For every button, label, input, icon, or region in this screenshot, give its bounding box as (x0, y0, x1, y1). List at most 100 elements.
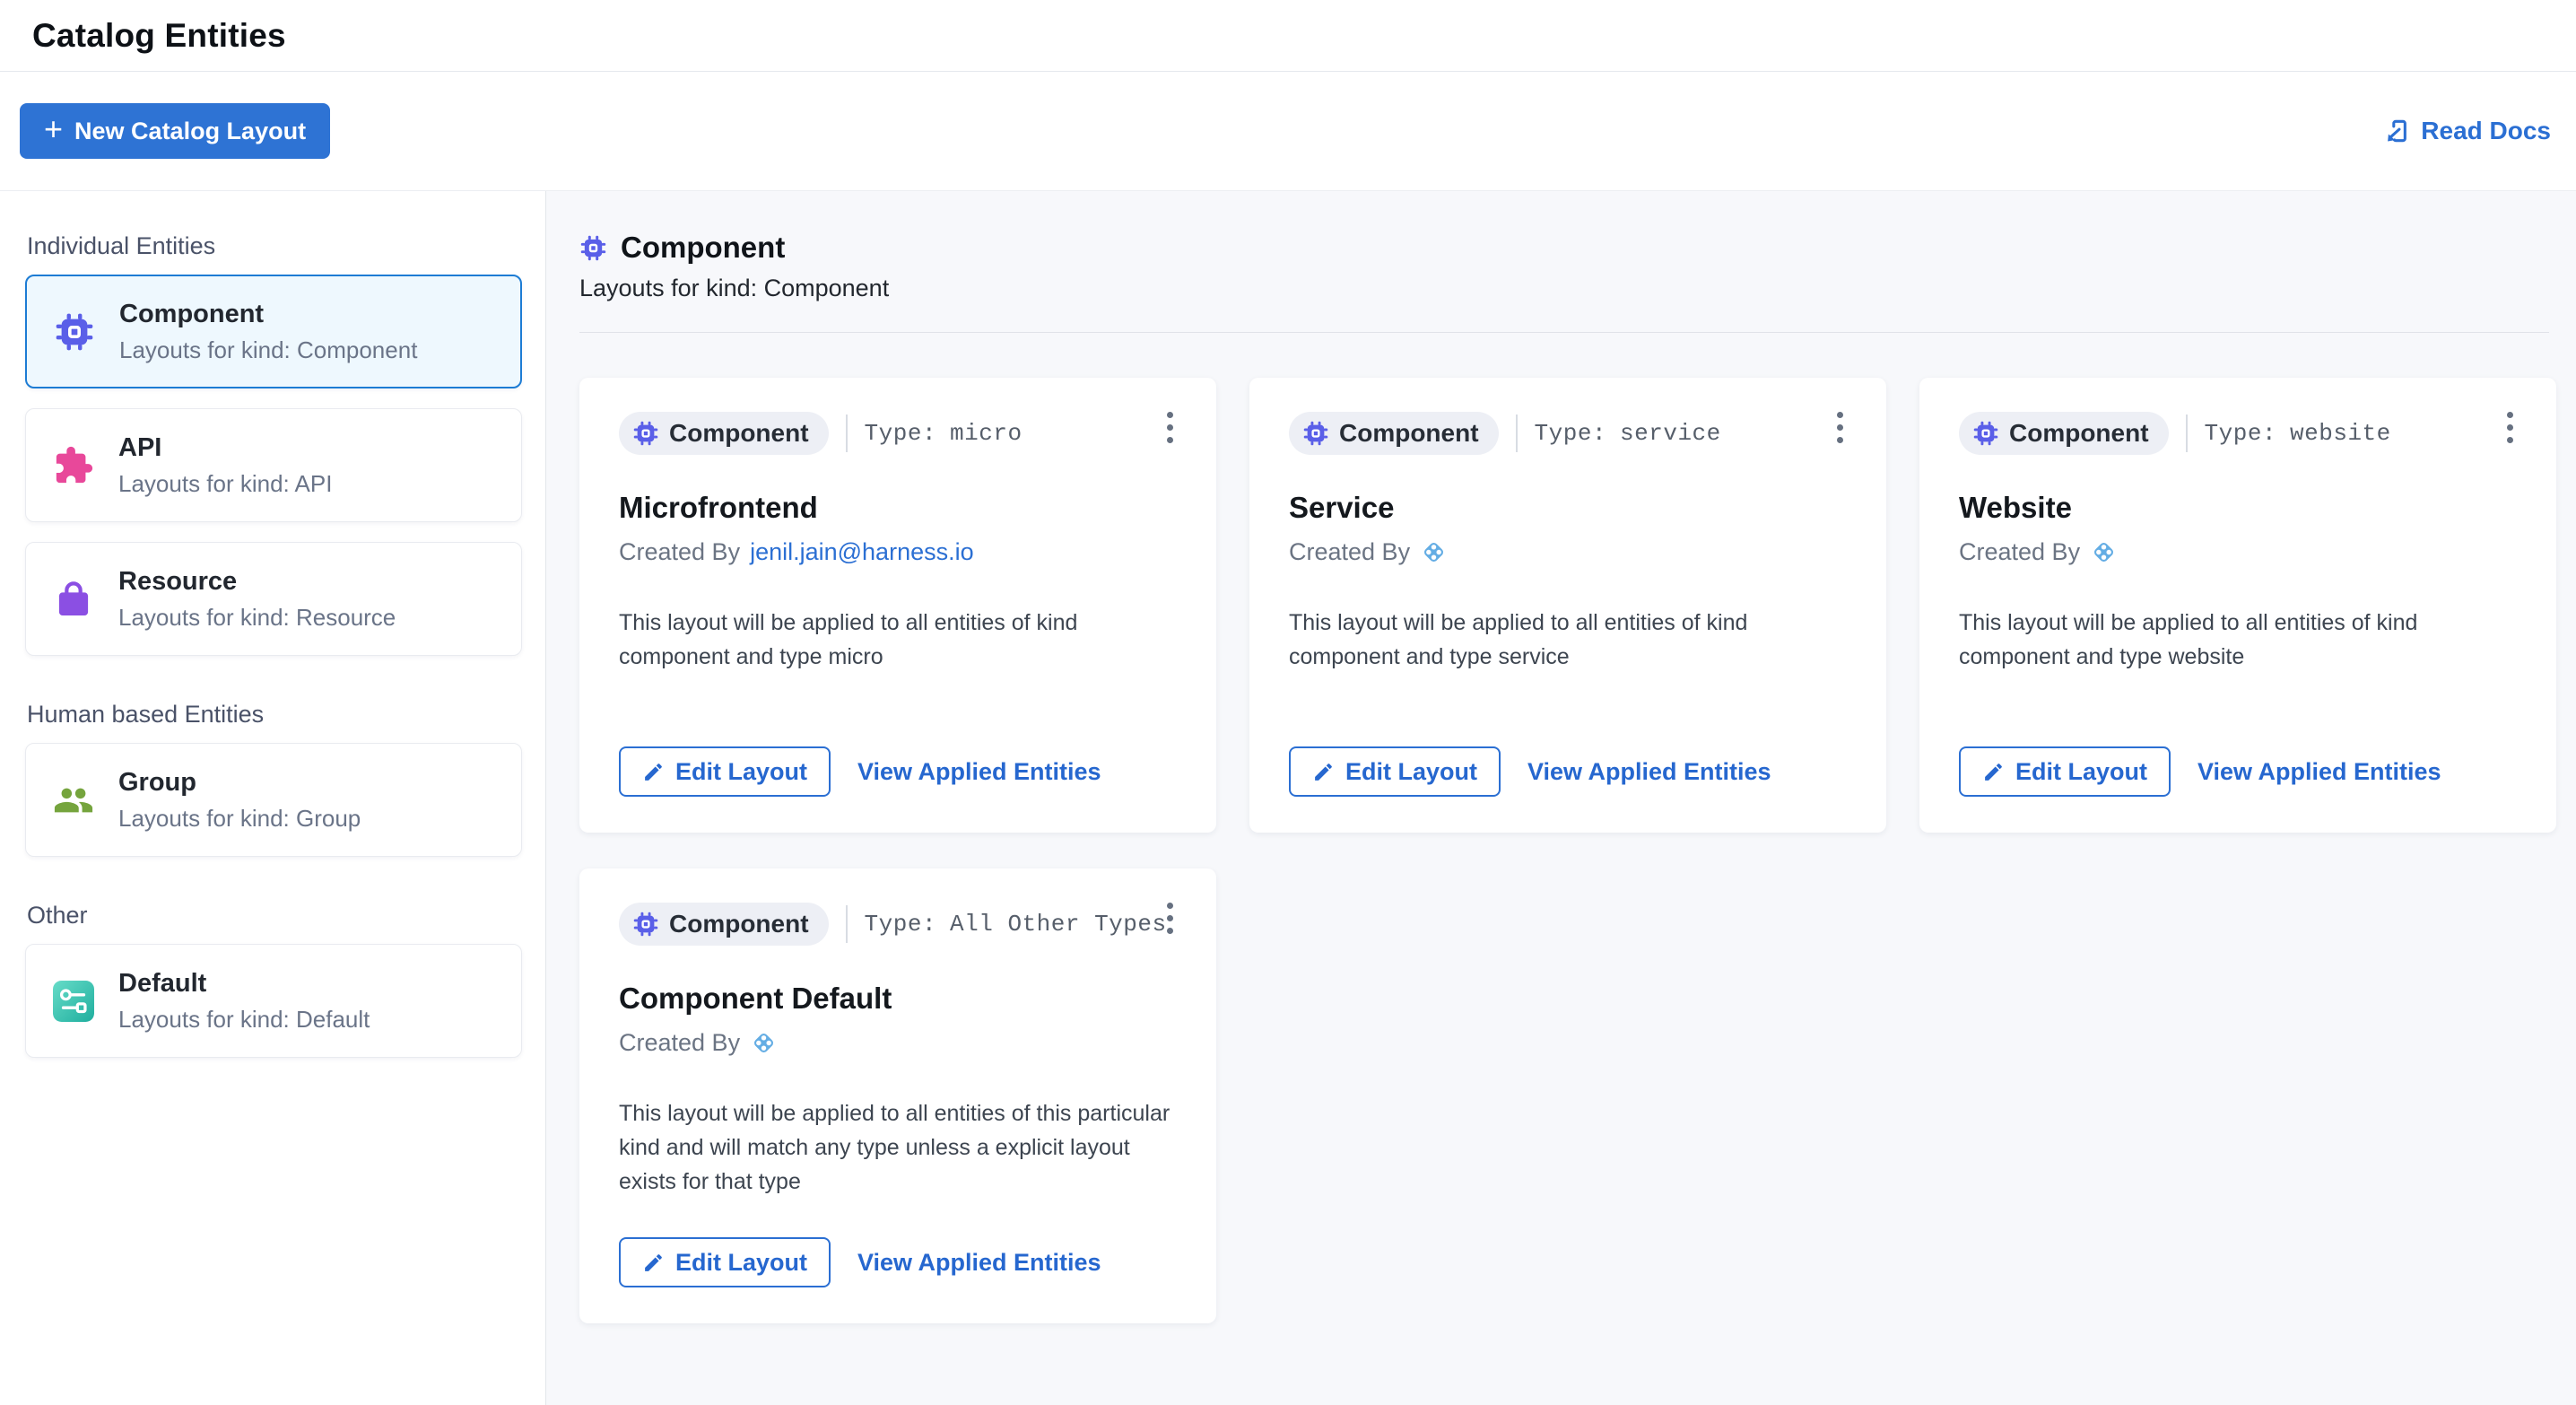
type-value: micro (950, 420, 1023, 447)
pencil-icon (642, 1252, 665, 1274)
creator-diamond-icon (1420, 538, 1448, 566)
pencil-icon (1982, 761, 2005, 783)
read-docs-icon (2382, 117, 2411, 145)
card-header: Component Type: micro (619, 412, 1177, 455)
edit-layout-label: Edit Layout (2015, 758, 2147, 786)
new-catalog-layout-button[interactable]: + New Catalog Layout (20, 103, 330, 159)
section-heading-individual-entities: Individual Entities (27, 232, 522, 260)
sidebar-item-label: Group (118, 768, 361, 798)
edit-layout-button[interactable]: Edit Layout (619, 1237, 831, 1287)
people-icon (53, 780, 94, 821)
new-catalog-layout-label: New Catalog Layout (74, 118, 306, 145)
read-docs-link[interactable]: Read Docs (2382, 117, 2551, 145)
type-label: Type: (1535, 420, 1607, 447)
sidebar-item-resource[interactable]: Resource Layouts for kind: Resource (25, 542, 522, 656)
card-footer: Edit Layout View Applied Entities (1289, 746, 1847, 797)
layout-title: Microfrontend (619, 491, 1177, 525)
created-by-label: Created By (1289, 538, 1410, 566)
layout-card-service: Component Type: service Service Created … (1249, 378, 1886, 833)
sidebar-item-default[interactable]: Default Layouts for kind: Default (25, 944, 522, 1058)
layouts-main-panel: Component Layouts for kind: Component Co… (546, 191, 2576, 1405)
type-value: All Other Types (950, 911, 1167, 938)
creator-diamond-icon (750, 1029, 778, 1057)
workflow-icon (53, 981, 94, 1022)
sidebar-item-sublabel: Layouts for kind: Group (118, 805, 361, 833)
layout-description: This layout will be applied to all entit… (1959, 606, 2517, 674)
created-by-label: Created By (619, 1029, 740, 1057)
card-footer: Edit Layout View Applied Entities (1959, 746, 2517, 797)
layout-description: This layout will be applied to all entit… (619, 1096, 1177, 1199)
layout-title: Service (1289, 491, 1847, 525)
bag-icon (53, 579, 94, 620)
created-by-label: Created By (619, 538, 740, 566)
sidebar-item-sublabel: Layouts for kind: Default (118, 1006, 370, 1034)
sidebar-item-sublabel: Layouts for kind: Resource (118, 604, 396, 632)
sidebar-item-sublabel: Layouts for kind: API (118, 470, 332, 498)
card-header: Component Type: website (1959, 412, 2517, 455)
layout-title: Website (1959, 491, 2517, 525)
layout-card-component-default: Component Type: All Other Types Componen… (579, 868, 1216, 1323)
sidebar-item-component[interactable]: Component Layouts for kind: Component (25, 275, 522, 388)
card-menu-kebab-icon[interactable] (1828, 406, 1852, 449)
card-menu-kebab-icon[interactable] (1158, 897, 1182, 939)
sidebar-item-group[interactable]: Group Layouts for kind: Group (25, 743, 522, 857)
page-title: Catalog Entities (32, 17, 286, 55)
view-applied-entities-link[interactable]: View Applied Entities (857, 1249, 1101, 1277)
sidebar-item-api[interactable]: API Layouts for kind: API (25, 408, 522, 522)
card-menu-kebab-icon[interactable] (1158, 406, 1182, 449)
edit-layout-button[interactable]: Edit Layout (1959, 746, 2171, 797)
kind-badge-label: Component (669, 419, 809, 448)
type-label: Type: (2205, 420, 2277, 447)
kind-badge-label: Component (2009, 419, 2149, 448)
kind-badge: Component (1959, 412, 2169, 455)
puzzle-icon (53, 445, 94, 486)
kind-subtitle: Layouts for kind: Component (579, 275, 2558, 302)
kind-title: Component (621, 231, 785, 265)
divider (1516, 415, 1518, 452)
edit-layout-label: Edit Layout (675, 758, 807, 786)
pencil-icon (1312, 761, 1335, 783)
divider (2186, 415, 2188, 452)
creator-email-link[interactable]: jenil.jain@harness.io (750, 538, 974, 566)
kind-badge-label: Component (669, 910, 809, 938)
chip-icon (54, 311, 95, 353)
layout-description: This layout will be applied to all entit… (1289, 606, 1847, 674)
view-applied-entities-link[interactable]: View Applied Entities (857, 758, 1101, 786)
sidebar-item-label: Component (119, 300, 417, 329)
type-label: Type: (865, 911, 937, 938)
section-heading-other: Other (27, 902, 522, 929)
layout-cards-grid: Component Type: micro Microfrontend Crea… (579, 378, 2558, 1323)
card-footer: Edit Layout View Applied Entities (619, 1237, 1177, 1287)
type-label: Type: (865, 420, 937, 447)
card-menu-kebab-icon[interactable] (2498, 406, 2522, 449)
edit-layout-button[interactable]: Edit Layout (1289, 746, 1501, 797)
entity-kinds-sidebar: Individual Entities (0, 191, 546, 1405)
chip-icon (579, 234, 607, 262)
edit-layout-button[interactable]: Edit Layout (619, 746, 831, 797)
edit-layout-label: Edit Layout (1345, 758, 1477, 786)
card-header: Component Type: service (1289, 412, 1847, 455)
page-header: Catalog Entities (0, 0, 2576, 72)
view-applied-entities-link[interactable]: View Applied Entities (1527, 758, 1771, 786)
view-applied-entities-link[interactable]: View Applied Entities (2197, 758, 2441, 786)
created-by-label: Created By (1959, 538, 2080, 566)
pencil-icon (642, 761, 665, 783)
divider (846, 415, 848, 452)
sidebar-item-label: API (118, 433, 332, 463)
type-value: service (1620, 420, 1721, 447)
card-footer: Edit Layout View Applied Entities (619, 746, 1177, 797)
layout-card-microfrontend: Component Type: micro Microfrontend Crea… (579, 378, 1216, 833)
kind-badge: Component (619, 903, 829, 946)
type-value: website (2290, 420, 2391, 447)
header-divider (579, 332, 2549, 333)
layout-title: Component Default (619, 982, 1177, 1016)
kind-badge: Component (619, 412, 829, 455)
creator-diamond-icon (2090, 538, 2118, 566)
layout-card-website: Component Type: website Website Created … (1919, 378, 2556, 833)
divider (846, 905, 848, 943)
toolbar: + New Catalog Layout Read Docs (0, 72, 2576, 191)
sidebar-item-label: Resource (118, 567, 396, 597)
edit-layout-label: Edit Layout (675, 1249, 807, 1277)
sidebar-item-label: Default (118, 969, 370, 999)
section-heading-human-based-entities: Human based Entities (27, 701, 522, 729)
